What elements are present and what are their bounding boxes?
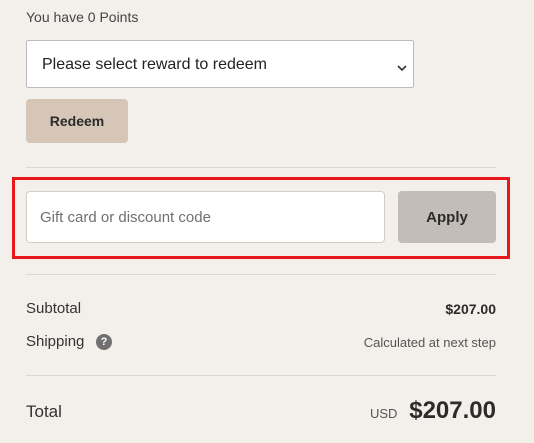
divider: [26, 274, 496, 275]
divider: [26, 375, 496, 376]
discount-code-input[interactable]: Gift card or discount code: [26, 191, 385, 243]
chevron-down-icon: [397, 59, 407, 77]
divider: [26, 167, 496, 168]
reward-select-value: Please select reward to redeem: [42, 56, 267, 73]
subtotal-label: Subtotal: [26, 300, 82, 317]
redeem-button[interactable]: Redeem: [26, 99, 128, 143]
shipping-label: Shipping: [26, 333, 85, 350]
shipping-value: Calculated at next step: [363, 335, 496, 350]
points-balance: You have 0 Points: [26, 9, 139, 25]
discount-code-placeholder: Gift card or discount code: [40, 209, 211, 226]
apply-button[interactable]: Apply: [398, 191, 496, 243]
total-amount: $207.00: [409, 397, 496, 424]
question-circle-icon[interactable]: ?: [96, 334, 112, 350]
reward-select[interactable]: Please select reward to redeem: [26, 40, 414, 88]
subtotal-value: $207.00: [445, 301, 496, 317]
total-label: Total: [26, 402, 62, 421]
total-currency: USD: [370, 406, 398, 421]
